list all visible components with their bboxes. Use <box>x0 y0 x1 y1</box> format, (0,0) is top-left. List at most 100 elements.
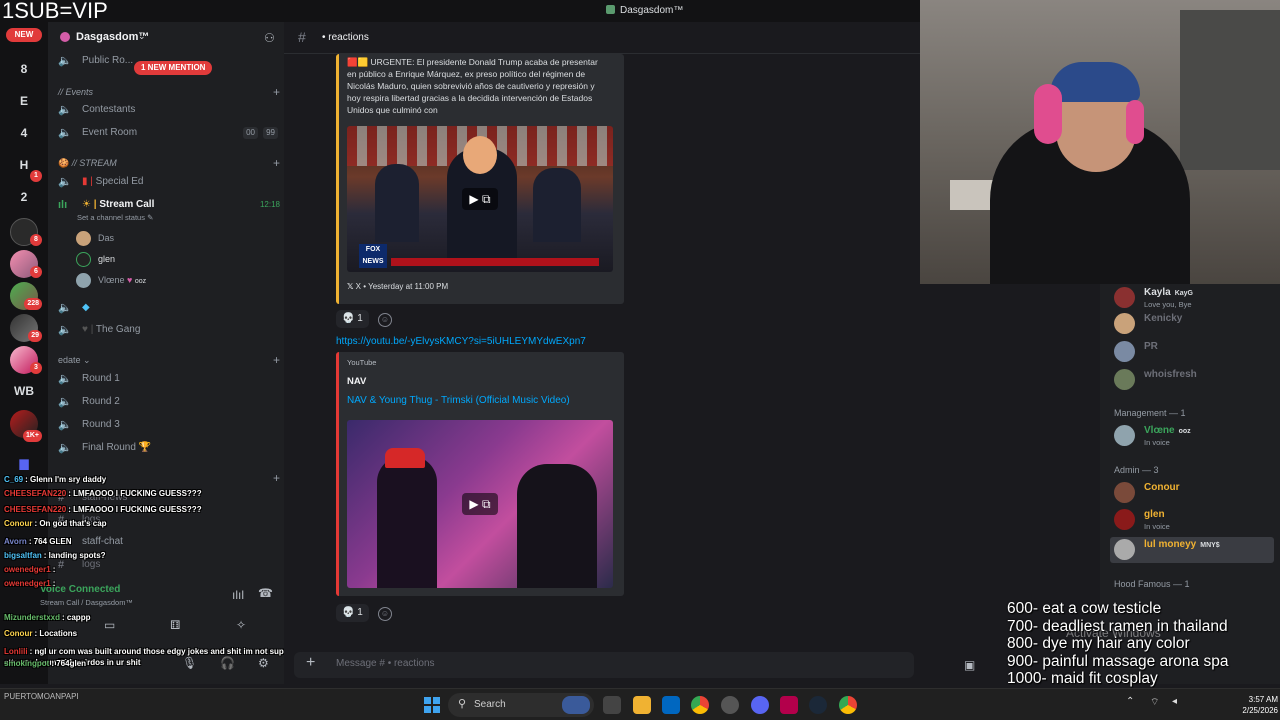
member-name-text: Conour <box>1144 482 1180 493</box>
category-edate[interactable]: edate ⌄ + <box>58 352 280 368</box>
add-reaction-icon[interactable]: ☺ <box>378 313 392 327</box>
member-item[interactable]: PR <box>1114 338 1276 366</box>
folder-icon[interactable]: ▆ <box>6 452 42 474</box>
stream-chat-message: Glenn I'm sry daddy <box>30 475 107 484</box>
attach-plus-icon[interactable]: + <box>306 654 315 672</box>
windows-start-icon[interactable] <box>424 697 440 713</box>
play-icon[interactable]: ▶ ⧉ <box>462 493 498 515</box>
member-name-text: Kayla <box>1144 287 1171 298</box>
category-stream[interactable]: 🍪 // STREAM + <box>58 155 280 171</box>
stream-chat-separator: : <box>52 579 56 588</box>
network-icon[interactable]: ⌔ <box>1150 696 1162 714</box>
speaker-icon: 🔈 <box>58 396 72 408</box>
add-member-icon[interactable]: ⚇ <box>264 31 278 45</box>
add-reaction-icon[interactable]: ☺ <box>378 607 392 621</box>
figure <box>517 464 597 588</box>
channel-diamond[interactable]: 🔈 ◆ <box>58 298 280 318</box>
taskbar-clock[interactable]: 3:57 AM 2/25/2026 <box>1234 694 1278 716</box>
adobe-icon[interactable] <box>780 696 798 714</box>
youtube-link[interactable]: https://youtu.be/-yElvysKMCY?si=5iUHLEYM… <box>336 336 586 347</box>
window-title-text: Dasgasdom™ <box>620 5 684 16</box>
member-status: In voice <box>1144 438 1170 447</box>
new-mention-badge[interactable]: 1 NEW MENTION <box>134 61 213 75</box>
channel-final-round[interactable]: 🔈 Final Round 🏆 <box>58 438 280 458</box>
reaction-skull[interactable]: 💀 1 <box>336 310 369 328</box>
voice-user-das[interactable]: Das <box>76 229 114 247</box>
server-8[interactable]: 8 <box>6 58 42 80</box>
guild-header[interactable]: Dasgasdom™ ⌄ ⚇ <box>48 22 284 54</box>
obs-icon[interactable] <box>721 696 739 714</box>
member-name-text: lul moneyy <box>1144 539 1197 550</box>
chevron-up-icon[interactable]: ⌃ <box>1126 696 1138 714</box>
file-explorer-icon[interactable] <box>633 696 651 714</box>
hash-icon: # <box>298 29 306 45</box>
channel-stream-call[interactable]: ılı ☀ | Stream Call 12:18 <box>58 195 280 215</box>
youtube-video-thumbnail[interactable]: ▶ ⧉ <box>347 420 613 588</box>
server-badge: 1 <box>30 170 42 182</box>
add-channel-icon[interactable]: + <box>273 84 280 100</box>
avatar <box>1114 341 1135 362</box>
member-item[interactable]: Kayla KayG Love you, Bye <box>1114 284 1276 312</box>
server-e[interactable]: E <box>6 90 42 112</box>
store-icon[interactable] <box>662 696 680 714</box>
tweet-source: 𝕏 X • Yesterday at 11:00 PM <box>347 282 448 291</box>
play-icon[interactable]: ▶ ⧉ <box>462 188 498 210</box>
server-2[interactable]: 2 <box>6 186 42 208</box>
chrome-icon[interactable] <box>839 696 857 714</box>
add-channel-icon[interactable]: + <box>273 155 280 171</box>
youtube-embed: YouTube NAV NAV & Young Thug - Trimski (… <box>336 352 624 596</box>
server-wb[interactable]: WB <box>6 380 42 402</box>
volume-icon[interactable]: ◂ <box>1172 696 1184 714</box>
chat-header: # • reactions <box>284 22 920 54</box>
channel-round-1[interactable]: 🔈 Round 1 <box>58 369 280 389</box>
search-highlight-icon <box>562 696 590 714</box>
stream-chat-message: On god that's cap <box>39 519 107 528</box>
task-view-icon[interactable] <box>603 696 621 714</box>
member-item[interactable]: Vlœne ooz In voice <box>1114 422 1276 450</box>
skull-emoji-icon: 💀 <box>342 313 355 324</box>
figure <box>377 456 437 588</box>
member-item[interactable]: Kenicky <box>1114 310 1276 338</box>
channel-special-ed[interactable]: 🔈 ▮ | Special Ed <box>58 172 280 192</box>
stream-chat-line: smokingpot: 764glen <box>4 658 86 669</box>
member-item[interactable]: lul moneyy MNY$ <box>1114 536 1276 564</box>
channel-contestants[interactable]: 🔈 Contestants <box>58 100 280 120</box>
new-servers-badge[interactable]: NEW <box>6 28 42 42</box>
speaker-icon: 🔈 <box>58 302 72 314</box>
door <box>1180 10 1280 170</box>
taskbar-search[interactable]: ⚲ Search <box>448 693 594 717</box>
voice-user-glen[interactable]: glen <box>76 250 115 268</box>
embed-title[interactable]: NAV & Young Thug - Trimski (Official Mus… <box>347 395 570 406</box>
chat-input-bar: + Message # • reactions ▣ <box>284 648 975 684</box>
category-events[interactable]: // Events + <box>58 84 280 100</box>
member-item[interactable]: whoisfresh <box>1114 366 1276 394</box>
discord-icon[interactable] <box>751 696 769 714</box>
member-item[interactable]: glen In voice <box>1114 506 1276 534</box>
avatar <box>1114 369 1135 390</box>
member-name-text: whoisfresh <box>1144 369 1197 380</box>
channel-round-2[interactable]: 🔈 Round 2 <box>58 392 280 412</box>
steam-icon[interactable] <box>809 696 827 714</box>
skull-emoji-icon: 💀 <box>342 607 355 618</box>
stream-chat-user: owenedger1 <box>4 565 51 574</box>
add-channel-icon[interactable]: + <box>273 352 280 368</box>
tweet-video-thumbnail[interactable]: FOX NEWS ▶ ⧉ <box>347 126 613 272</box>
server-badge: 228 <box>24 298 42 310</box>
channel-label: Round 2 <box>82 396 120 407</box>
channel-the-gang[interactable]: 🔈 ♥ | The Gang <box>58 320 280 340</box>
embed-author[interactable]: NAV <box>347 376 366 387</box>
voice-user-name: glen <box>98 254 116 264</box>
server-4[interactable]: 4 <box>6 122 42 144</box>
gift-icon[interactable]: ▣ <box>964 658 975 672</box>
chrome-icon[interactable] <box>691 696 709 714</box>
channel-event-room[interactable]: 🔈 Event Room 00 99 <box>58 123 280 143</box>
stream-chat-user: CHEESEFAN220 <box>4 505 67 514</box>
member-item[interactable]: Conour <box>1114 479 1276 507</box>
channel-round-3[interactable]: 🔈 Round 3 <box>58 415 280 435</box>
heart-icon: ♥ | <box>82 324 96 335</box>
reaction-skull[interactable]: 💀 1 <box>336 604 369 622</box>
goal-item: 900- painful massage arona spa <box>1007 652 1229 670</box>
voice-user-vlone[interactable]: Vlœne ♥ ooz <box>76 271 146 289</box>
channel-status[interactable]: Set a channel status ✎ <box>77 213 153 222</box>
member-section-header: Management — 1 <box>1114 408 1186 418</box>
